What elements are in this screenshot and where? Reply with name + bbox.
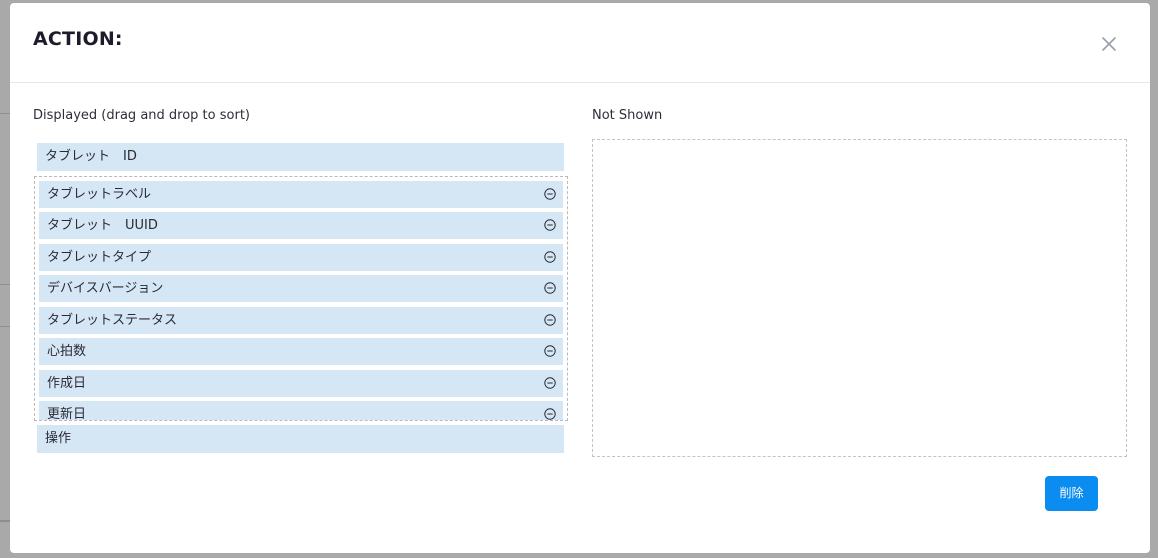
column-item-label: タブレットラベル <box>47 187 152 202</box>
not-shown-section-label: Not Shown <box>592 108 663 123</box>
modal-header: ACTION: <box>10 3 1150 83</box>
minus-circle-icon[interactable] <box>544 219 556 231</box>
not-shown-columns-list[interactable] <box>592 139 1127 457</box>
displayed-columns-list: タブレットラベル タブレット UUID タブレットタイプ デバイスバージョン タ… <box>34 176 568 421</box>
minus-circle-icon[interactable] <box>544 408 556 420</box>
column-item-label: タブレットタイプ <box>47 250 152 265</box>
close-icon[interactable] <box>1100 35 1118 53</box>
delete-button[interactable]: 削除 <box>1045 476 1098 511</box>
column-item-label: 作成日 <box>47 376 87 391</box>
minus-circle-icon[interactable] <box>544 377 556 389</box>
column-item-label: タブレットステータス <box>47 313 178 328</box>
draggable-column-item[interactable]: 心拍数 <box>39 338 563 365</box>
column-settings-modal: ACTION: Displayed (drag and drop to sort… <box>10 3 1150 553</box>
background-divider <box>0 113 10 114</box>
column-item-label: 心拍数 <box>47 344 87 359</box>
minus-circle-icon[interactable] <box>544 251 556 263</box>
minus-circle-icon[interactable] <box>544 314 556 326</box>
draggable-column-item[interactable]: デバイスバージョン <box>39 275 563 302</box>
column-item-label: タブレット UUID <box>47 218 158 233</box>
background-divider <box>0 520 10 522</box>
background-divider <box>0 284 10 285</box>
column-item-label: 更新日 <box>47 407 87 421</box>
minus-circle-icon[interactable] <box>544 345 556 357</box>
modal-title: ACTION: <box>33 28 123 50</box>
draggable-column-item[interactable]: タブレット UUID <box>39 212 563 239</box>
draggable-column-item[interactable]: 更新日 <box>39 401 563 421</box>
background-divider <box>0 326 10 327</box>
displayed-section-label: Displayed (drag and drop to sort) <box>33 108 250 123</box>
draggable-column-item[interactable]: 作成日 <box>39 370 563 397</box>
draggable-column-item[interactable]: タブレットラベル <box>39 181 563 208</box>
column-item-label: デバイスバージョン <box>47 281 164 296</box>
draggable-column-item[interactable]: タブレットステータス <box>39 307 563 334</box>
fixed-column-item: タブレット ID <box>37 143 564 171</box>
minus-circle-icon[interactable] <box>544 282 556 294</box>
draggable-column-item[interactable]: タブレットタイプ <box>39 244 563 271</box>
minus-circle-icon[interactable] <box>544 188 556 200</box>
fixed-column-item: 操作 <box>37 425 564 453</box>
